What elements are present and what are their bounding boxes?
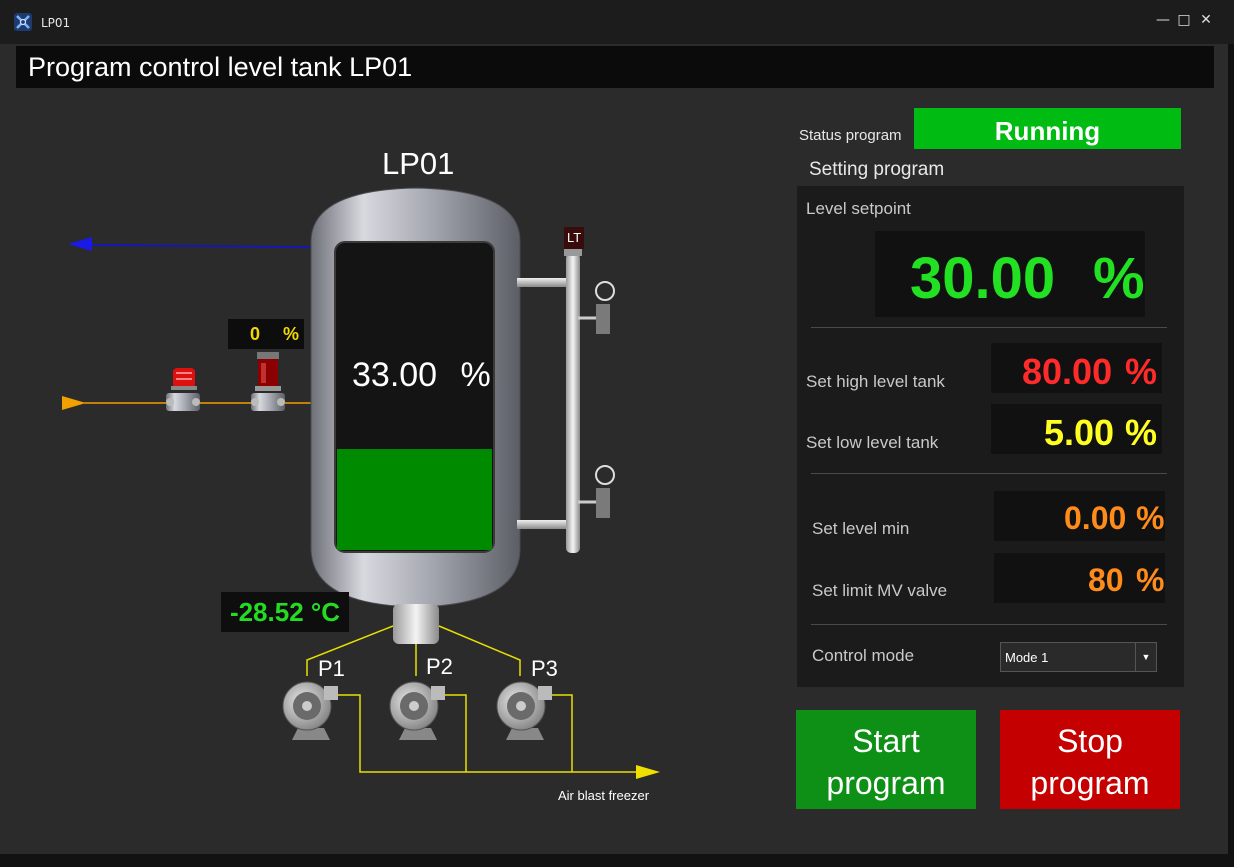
discharge-arrow-icon [636,765,660,779]
tank-level-unit: % [460,356,491,394]
high-level-field[interactable]: 80.00 % [991,343,1162,393]
pump-label-p2: P2 [426,654,453,679]
high-level-unit: % [1125,351,1158,392]
control-mode-select[interactable]: Mode 1 ▼ [1000,642,1157,672]
low-level-unit: % [1125,412,1158,453]
pump-icon[interactable] [389,681,445,740]
tank-vessel [310,187,521,644]
inlet-arrow-icon [62,396,86,410]
pump-label-p3: P3 [531,656,558,681]
status-badge: Running [914,108,1181,149]
limit-mv-label: Set limit MV valve [812,581,948,600]
status-label: Status program [799,127,902,144]
tank-level-value: 33.00 [352,356,438,394]
start-program-button[interactable]: Start program [796,710,976,809]
outlet-arrow-icon [68,237,92,251]
tank-label: LP01 [382,146,455,181]
control-valve-icon[interactable] [251,352,285,411]
stop-button-line1: Stop [1057,723,1123,759]
level-min-unit: % [1136,500,1165,536]
level-switch-icon [578,465,615,518]
level-setpoint-label: Level setpoint [806,199,911,218]
solenoid-valve-icon[interactable] [166,393,200,411]
divider [811,327,1167,328]
settings-panel-title: Setting program [797,155,1184,186]
destination-label: Air blast freezer [558,788,650,803]
valve-opening-unit: % [283,324,300,344]
low-level-label: Set low level tank [806,433,939,452]
pump-icon[interactable] [282,681,338,740]
stop-program-button[interactable]: Stop program [1000,710,1180,809]
limit-mv-value: 80 [1088,562,1124,598]
divider [811,624,1167,625]
level-setpoint-value: 30.00 [910,246,1056,311]
limit-mv-field[interactable]: 80 % [994,553,1165,603]
tank-liquid [337,449,492,550]
start-button-line2: program [826,765,946,801]
valve-opening-display: 0 % [228,319,304,349]
level-min-label: Set level min [812,519,910,538]
level-transmitter [517,249,582,553]
level-switch-icon [578,281,615,334]
settings-panel: Setting program Level setpoint 30.00 % S… [797,155,1184,687]
control-mode-label: Control mode [812,646,915,665]
pump-icon[interactable] [496,681,552,740]
low-level-value: 5.00 [1044,412,1115,453]
valve-opening-value: 0 [250,324,261,344]
dropdown-chevron-icon[interactable]: ▼ [1135,643,1156,671]
stop-button-line2: program [1030,765,1150,801]
control-mode-value: Mode 1 [1005,650,1049,665]
limit-mv-unit: % [1136,562,1165,598]
transmitter-tag: LT [567,230,582,245]
pump-piping [306,625,636,773]
start-button-line1: Start [852,723,920,759]
level-setpoint-unit: % [1093,246,1145,311]
divider [811,473,1167,474]
tank-level-readout: 33.00 % [352,356,491,395]
level-setpoint-field[interactable]: 30.00 % [875,231,1145,317]
high-level-label: Set high level tank [806,372,945,391]
low-level-field[interactable]: 5.00 % [991,404,1162,454]
level-min-field[interactable]: 0.00 % [994,491,1165,541]
signal-light-icon [171,368,197,390]
outlet-line [77,244,317,248]
level-min-value: 0.00 [1064,500,1127,536]
pump-label-p1: P1 [318,656,345,681]
high-level-value: 80.00 [1022,351,1113,392]
temperature-readout: -28.52 °C [221,592,349,632]
